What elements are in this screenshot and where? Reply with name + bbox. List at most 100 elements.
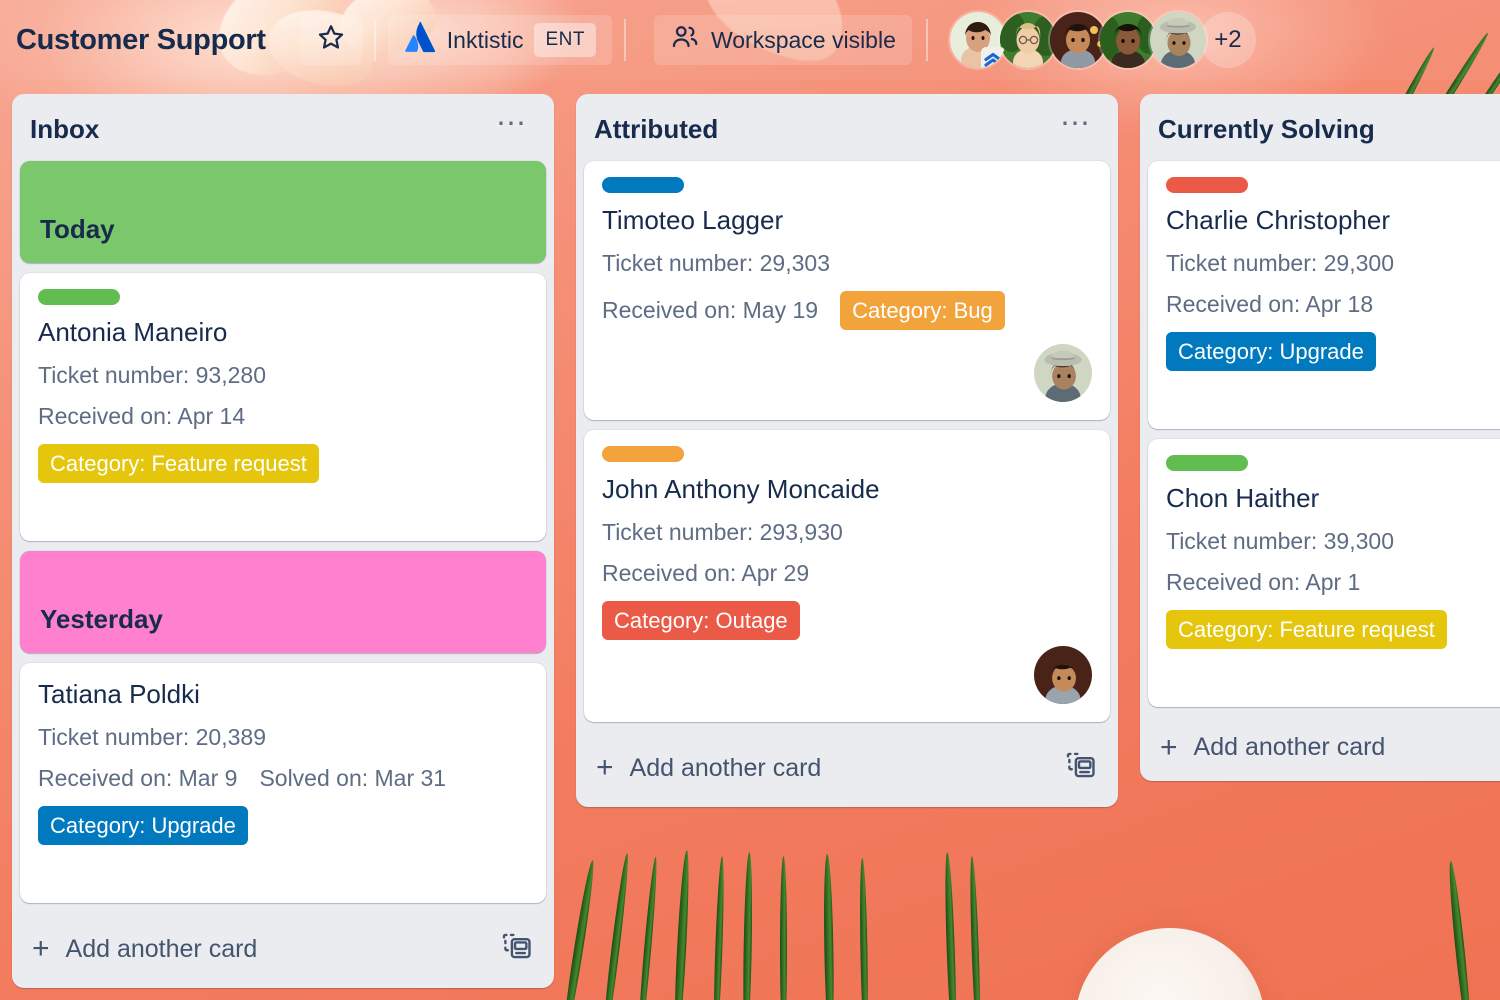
- avatar-image: [1149, 12, 1206, 68]
- add-card-left: + Add another card: [1160, 730, 1386, 764]
- avatar-image: [1049, 12, 1106, 68]
- card-ticket-number: Ticket number: 20,389: [38, 724, 528, 751]
- card-antonia-maneiro[interactable]: Antonia Maneiro Ticket number: 93,280 Rece…: [20, 273, 546, 541]
- received-date-text: Received on: Apr 14: [38, 402, 246, 429]
- card-dates: Received on: Apr 29: [602, 560, 1092, 587]
- card-dates: Received on: Mar 9 Solved on: Mar 31: [38, 765, 528, 792]
- plus-icon: +: [1160, 730, 1178, 764]
- avatar[interactable]: [1099, 12, 1156, 68]
- ticket-number-text: Ticket number: 293,930: [602, 518, 843, 545]
- received-date-text: Received on: May 19: [602, 296, 819, 323]
- card-tatiana-poldki[interactable]: Tatiana Poldki Ticket number: 20,389 Recei…: [20, 662, 546, 903]
- workspace-button[interactable]: Inktistic ENT: [387, 15, 612, 65]
- ticket-number-text: Ticket number: 29,300: [1166, 249, 1394, 276]
- add-another-card-button[interactable]: + Add another card: [20, 909, 546, 988]
- status-badge[interactable]: Category: Upgrade: [38, 805, 248, 845]
- add-card-left: + Add another card: [596, 753, 821, 783]
- board-members: +2: [949, 12, 1256, 68]
- red-label-chip[interactable]: [1166, 177, 1248, 193]
- separator-label: Yesterday: [40, 603, 163, 634]
- workspace-name: Inktistic: [446, 26, 524, 53]
- atlassian-logo-icon: [404, 21, 436, 59]
- list-cards: Timoteo Lagger Ticket number: 29,303 Recei…: [584, 161, 1110, 722]
- card-chon-haither[interactable]: Chon Haither Ticket number: 39,300 Receive…: [1148, 438, 1500, 707]
- card-footer: [38, 851, 528, 885]
- status-badge[interactable]: Category: Outage: [602, 600, 800, 640]
- toolbar-divider: [623, 19, 626, 61]
- ticket-number-text: Ticket number: 39,300: [1166, 527, 1394, 554]
- card-template-icon[interactable]: [1064, 748, 1098, 789]
- green-label-chip[interactable]: [1166, 454, 1248, 471]
- list-title[interactable]: Attributed: [594, 114, 718, 145]
- add-another-card-button[interactable]: + Add another card: [1148, 713, 1500, 781]
- status-badge[interactable]: Category: Feature request: [1166, 609, 1447, 649]
- separator-card-today[interactable]: Today: [20, 161, 546, 263]
- card-title: Timoteo Lagger: [602, 205, 784, 235]
- card-ticket-number: Ticket number: 39,300: [1166, 528, 1500, 555]
- add-card-left: + Add another card: [32, 934, 257, 964]
- ticket-number-text: Ticket number: 20,389: [38, 723, 266, 750]
- status-badge[interactable]: Category: Feature request: [38, 443, 319, 483]
- card-ticket-number: Ticket number: 293,930: [602, 519, 1092, 546]
- list-actions-icon[interactable]: ⋯: [1052, 108, 1100, 141]
- card-footer: [602, 645, 1092, 704]
- list-attributed: Attributed ⋯ Timoteo Lagger Ticket number: …: [576, 94, 1118, 807]
- green-label-chip[interactable]: [38, 289, 120, 305]
- board-top-bar: Customer Support Inktistic ENT Workspace…: [0, 0, 1500, 80]
- card-dates: Received on: Apr 1: [1166, 569, 1500, 596]
- card-dates: Received on: Apr 14: [38, 403, 528, 430]
- avatar[interactable]: [1149, 12, 1206, 68]
- status-badge[interactable]: Category: Bug: [840, 290, 1005, 330]
- separator-card-yesterday[interactable]: Yesterday: [20, 550, 546, 653]
- blue-label-chip[interactable]: [602, 177, 684, 193]
- status-badge[interactable]: Category: Upgrade: [1166, 331, 1376, 371]
- list-inbox: Inbox ⋯ Today Antonia Maneiro Ticket number:…: [12, 94, 554, 988]
- add-card-label: Add another card: [629, 753, 822, 782]
- plan-badge: ENT: [534, 23, 596, 57]
- card-template-icon[interactable]: [500, 929, 534, 970]
- visibility-button[interactable]: Workspace visible: [653, 15, 912, 65]
- card-ticket-number: Ticket number: 29,303: [602, 250, 1092, 277]
- card-ticket-number: Ticket number: 93,280: [38, 362, 528, 389]
- list-cards: Charlie Christopher Ticket number: 29,300…: [1148, 161, 1500, 707]
- card-dates: Received on: May 19 Category: Bug: [602, 290, 1092, 330]
- list-header: Attributed ⋯: [584, 102, 1110, 161]
- card-badge-row: Category: Feature request: [1166, 609, 1500, 649]
- toolbar-divider: [373, 19, 376, 61]
- received-date-text: Received on: Apr 1: [1166, 568, 1361, 595]
- board-canvas: Inbox ⋯ Today Antonia Maneiro Ticket number:…: [0, 94, 1500, 1000]
- add-card-label: Add another card: [1193, 733, 1386, 762]
- card-title: Antonia Maneiro: [38, 317, 228, 347]
- list-currently-solving: Currently Solving Charlie Christopher Tick…: [1140, 94, 1500, 781]
- star-board-button[interactable]: [299, 15, 362, 65]
- list-header: Inbox ⋯: [20, 102, 546, 161]
- chevrons-up-icon: [980, 46, 1006, 68]
- solved-date-text: Solved on: Mar 31: [259, 764, 447, 791]
- members-overflow-count[interactable]: +2: [1199, 12, 1256, 68]
- card-title: Chon Haither: [1166, 482, 1320, 513]
- card-footer: [1166, 655, 1500, 689]
- avatar-timoteo[interactable]: [1034, 343, 1092, 402]
- add-another-card-button[interactable]: + Add another card: [584, 728, 1110, 807]
- list-actions-icon[interactable]: ⋯: [488, 108, 536, 141]
- card-badge-row: Category: Upgrade: [1166, 331, 1500, 371]
- card-badge-row: Category: Outage: [602, 600, 1092, 640]
- card-title: Tatiana Poldki: [38, 678, 200, 709]
- card-ticket-number: Ticket number: 29,300: [1166, 250, 1500, 277]
- avatar-john[interactable]: [1034, 645, 1092, 704]
- card-charlie-christopher[interactable]: Charlie Christopher Ticket number: 29,300…: [1148, 161, 1500, 429]
- card-footer: [38, 489, 528, 523]
- list-title[interactable]: Inbox: [30, 114, 99, 145]
- orange-label-chip[interactable]: [602, 445, 684, 462]
- avatar[interactable]: [1049, 12, 1106, 68]
- add-card-label: Add another card: [65, 934, 258, 963]
- card-timoteo-lagger[interactable]: Timoteo Lagger Ticket number: 29,303 Recei…: [584, 161, 1110, 420]
- card-title: Charlie Christopher: [1166, 205, 1390, 235]
- avatar[interactable]: [949, 12, 1006, 68]
- card-title: John Anthony Moncaide: [602, 473, 880, 504]
- toolbar-divider: [925, 19, 928, 61]
- card-john-anthony-moncaide[interactable]: John Anthony Moncaide Ticket number: 293,…: [584, 429, 1110, 722]
- card-footer: [602, 343, 1092, 402]
- list-title[interactable]: Currently Solving: [1158, 114, 1375, 145]
- avatar[interactable]: [999, 12, 1056, 68]
